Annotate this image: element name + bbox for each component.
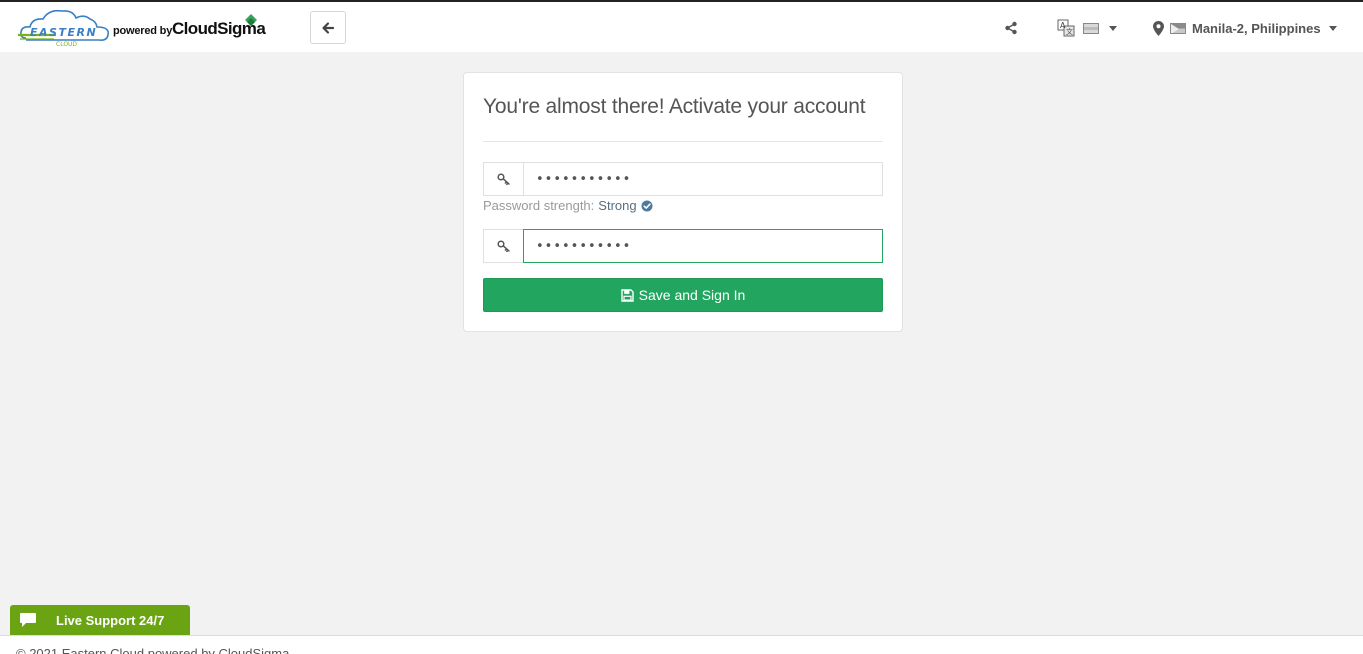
strength-label: Password strength: <box>483 198 595 213</box>
page-footer: © 2021 Eastern Cloud powered by CloudSig… <box>0 635 1363 654</box>
back-arrow-icon <box>322 21 335 34</box>
brand-logo[interactable]: EASTERN CLOUD powered by CloudSigma <box>16 8 266 48</box>
language-selector[interactable]: A 文 <box>1057 17 1117 39</box>
location-label: Manila-2, Philippines <box>1192 20 1321 36</box>
svg-text:EASTERN: EASTERN <box>30 26 97 39</box>
map-marker-icon <box>1153 20 1164 36</box>
svg-text:文: 文 <box>1066 27 1073 36</box>
page-title: You're almost there! Activate your accou… <box>483 95 866 118</box>
confirm-password-addon <box>483 229 523 263</box>
confirm-password-field[interactable] <box>523 229 883 263</box>
activation-card: You're almost there! Activate your accou… <box>463 72 903 332</box>
save-button-label: Save and Sign In <box>638 287 746 303</box>
key-icon <box>496 240 510 253</box>
password-addon <box>483 162 523 196</box>
location-selector[interactable]: Manila-2, Philippines <box>1153 17 1337 39</box>
powered-by-text: powered by <box>113 25 173 37</box>
floppy-disk-icon <box>620 288 634 302</box>
footer-copyright: © 2021 Eastern Cloud powered by CloudSig… <box>16 646 290 654</box>
translate-icon: A 文 <box>1057 19 1075 37</box>
save-and-sign-in-button[interactable]: Save and Sign In <box>483 278 883 312</box>
key-icon <box>496 173 510 186</box>
back-button[interactable] <box>310 11 346 44</box>
chevron-down-icon <box>1328 25 1337 31</box>
chat-bubble-icon <box>20 613 36 627</box>
share-button[interactable] <box>1004 17 1018 39</box>
password-field[interactable] <box>523 162 883 196</box>
chevron-down-icon <box>1109 25 1117 31</box>
check-circle-icon <box>641 200 653 211</box>
cloudsigma-diamond-icon <box>245 14 257 26</box>
svg-text:CLOUD: CLOUD <box>56 41 77 48</box>
live-support-label: Live Support 24/7 <box>56 612 165 628</box>
top-navbar: EASTERN CLOUD powered by CloudSigma A 文 <box>0 0 1363 52</box>
live-support-button[interactable]: Live Support 24/7 <box>10 605 190 635</box>
philippines-flag-icon <box>1170 22 1186 34</box>
password-input-group <box>483 162 883 196</box>
share-icon <box>1005 21 1017 35</box>
language-flag-icon <box>1083 22 1099 34</box>
confirm-password-input-group <box>483 229 883 263</box>
strength-value: Strong <box>598 198 637 213</box>
password-strength: Password strength: Strong <box>483 198 653 213</box>
chat-icon-wrap <box>10 612 46 628</box>
divider <box>483 141 883 142</box>
eastern-cloud-logo-icon: EASTERN CLOUD <box>18 9 110 48</box>
